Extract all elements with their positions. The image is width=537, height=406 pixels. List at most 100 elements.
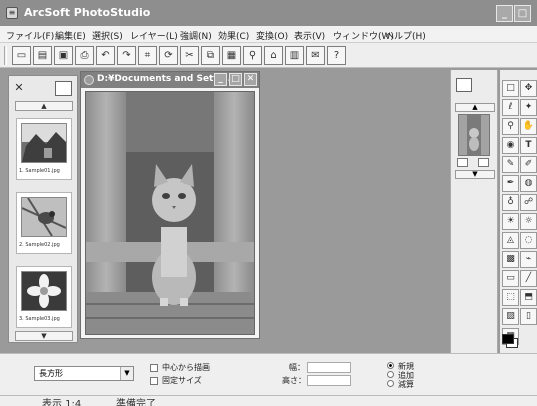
mode-new-radio[interactable]	[387, 362, 394, 369]
smudge-icon[interactable]: ☍	[520, 194, 537, 211]
move-icon[interactable]: ✥	[520, 80, 537, 97]
fixed-size-label: 固定サイズ	[162, 376, 202, 385]
menu-effects[interactable]: 効果(C)	[218, 29, 249, 42]
height-field[interactable]	[307, 375, 351, 386]
bucket-icon[interactable]: ▯	[520, 308, 537, 325]
rotate-icon[interactable]: ⟳	[159, 46, 178, 65]
scroll-up-button[interactable]: ▲	[455, 103, 495, 112]
new-icon[interactable]: ▭	[12, 46, 31, 65]
fill-icon[interactable]: ◍	[520, 175, 537, 192]
app-icon[interactable]: ≡	[6, 7, 18, 19]
pencil-icon[interactable]: ✎	[502, 156, 519, 173]
copy-icon[interactable]: ⧉	[201, 46, 220, 65]
slideshow-icon[interactable]: ▥	[285, 46, 304, 65]
stamp-icon[interactable]: ▩	[502, 251, 519, 268]
help-icon[interactable]: ?	[327, 46, 346, 65]
line-icon[interactable]: ╱	[520, 270, 537, 287]
menu-edit[interactable]: 編集(E)	[55, 29, 86, 42]
panel-dock-icon[interactable]	[456, 78, 472, 92]
email-icon[interactable]: ✉	[306, 46, 325, 65]
redo-icon[interactable]: ↷	[117, 46, 136, 65]
fixed-size-checkbox[interactable]	[150, 377, 158, 385]
thumbnail-label: 1. Sample01.jpg	[19, 168, 60, 174]
menu-transform[interactable]: 変換(O)	[256, 29, 288, 42]
lasso-icon[interactable]: ℓ	[502, 99, 519, 116]
dodge-icon[interactable]: ☀	[502, 213, 519, 230]
fit-icon[interactable]	[457, 158, 468, 167]
tool-panel: □ ✥ ℓ ✦ ⚲ ✋ ◉ T ✎ ✐ ✒ ◍ ♁ ☍ ☀ ☼ ◬ ◌ ▩ ⌁ …	[500, 70, 537, 353]
panel-dock-icon[interactable]	[55, 81, 72, 96]
crop-icon[interactable]: ⌗	[138, 46, 157, 65]
shape-select[interactable]: 長方形 ▼	[34, 366, 134, 381]
transform-icon[interactable]: ⬚	[502, 289, 519, 306]
clone-icon[interactable]: ♁	[502, 194, 519, 211]
rectangle-select-icon[interactable]: □	[502, 80, 519, 97]
cut-icon[interactable]: ✂	[180, 46, 199, 65]
shape-icon[interactable]: ⬒	[520, 289, 537, 306]
photo-canvas[interactable]	[85, 91, 255, 335]
save-icon[interactable]: ▣	[54, 46, 73, 65]
thumbnail-image	[21, 271, 67, 311]
zoom-icon[interactable]: ⚲	[243, 46, 262, 65]
blur-icon[interactable]: ◌	[520, 232, 537, 249]
magic-wand-icon[interactable]: ✦	[520, 99, 537, 116]
brush-icon[interactable]: ✐	[520, 156, 537, 173]
undo-icon[interactable]: ↶	[96, 46, 115, 65]
thumbnail-label: 2. Sample02.jpg	[19, 242, 60, 248]
shape-select-value: 長方形	[39, 369, 63, 378]
mode-subtract-radio[interactable]	[387, 380, 394, 387]
menu-enhance[interactable]: 強調(N)	[180, 29, 212, 42]
document-window: D:¥Documents and Setti... _ □ ✕	[80, 71, 260, 339]
draw-from-center-label: 中心から描画	[162, 363, 210, 372]
title-bar: ≡ ArcSoft PhotoStudio _ □	[0, 0, 537, 26]
mode-add-radio[interactable]	[387, 371, 394, 378]
navigator-panel: ▲ ▼	[450, 70, 498, 353]
height-label: 高さ：	[282, 376, 306, 385]
width-label: 幅：	[289, 363, 305, 372]
doc-minimize-button[interactable]: _	[214, 73, 227, 86]
preview-thumbnail[interactable]	[458, 114, 490, 156]
thumbnail-item[interactable]: 1. Sample01.jpg	[16, 118, 72, 180]
sharpen-icon[interactable]: ◬	[502, 232, 519, 249]
dropper-icon[interactable]: ⌁	[520, 251, 537, 268]
airbrush-icon[interactable]: ✒	[502, 175, 519, 192]
acquire-icon[interactable]: ⌂	[264, 46, 283, 65]
text-icon[interactable]: T	[520, 137, 537, 154]
scroll-down-button[interactable]: ▼	[455, 170, 495, 179]
close-icon[interactable]: ✕	[13, 82, 25, 94]
width-field[interactable]	[307, 362, 351, 373]
document-icon	[84, 75, 94, 85]
draw-from-center-checkbox[interactable]	[150, 364, 158, 372]
gradient-icon[interactable]: ▨	[502, 308, 519, 325]
minimize-button[interactable]: _	[496, 5, 513, 22]
foreground-color-swatch[interactable]	[502, 334, 514, 344]
menu-view[interactable]: 表示(V)	[294, 29, 325, 42]
menu-select[interactable]: 選択(S)	[92, 29, 123, 42]
menu-file[interactable]: ファイル(F)	[6, 29, 54, 42]
burn-icon[interactable]: ☼	[520, 213, 537, 230]
open-icon[interactable]: ▤	[33, 46, 52, 65]
paste-icon[interactable]: ▦	[222, 46, 241, 65]
ready-status: 準備完了	[116, 399, 156, 406]
thumbnail-item[interactable]: 3. Sample03.jpg	[16, 266, 72, 328]
toolbar-grip[interactable]	[4, 46, 7, 65]
close-window-button[interactable]: □	[514, 5, 531, 22]
menu-layer[interactable]: レイヤー(L)	[130, 29, 178, 42]
thumbnail-image	[21, 197, 67, 237]
menu-help[interactable]: ヘルプ(H)	[385, 29, 426, 42]
zoom-tool-icon[interactable]: ⚲	[502, 118, 519, 135]
chevron-down-icon[interactable]: ▼	[120, 367, 133, 380]
red-eye-icon[interactable]: ◉	[502, 137, 519, 154]
eraser-icon[interactable]: ▭	[502, 270, 519, 287]
thumbnail-label: 3. Sample03.jpg	[19, 316, 60, 322]
document-title-bar[interactable]: D:¥Documents and Setti... _ □ ✕	[81, 72, 259, 88]
scroll-down-button[interactable]: ▼	[15, 331, 73, 341]
doc-maximize-button[interactable]: □	[229, 73, 242, 86]
thumbnail-image	[21, 123, 67, 163]
scroll-up-button[interactable]: ▲	[15, 101, 73, 111]
thumbnail-item[interactable]: 2. Sample02.jpg	[16, 192, 72, 254]
doc-close-button[interactable]: ✕	[244, 73, 257, 86]
hand-icon[interactable]: ✋	[520, 118, 537, 135]
print-icon[interactable]: ⎙	[75, 46, 94, 65]
actual-size-icon[interactable]	[478, 158, 489, 167]
